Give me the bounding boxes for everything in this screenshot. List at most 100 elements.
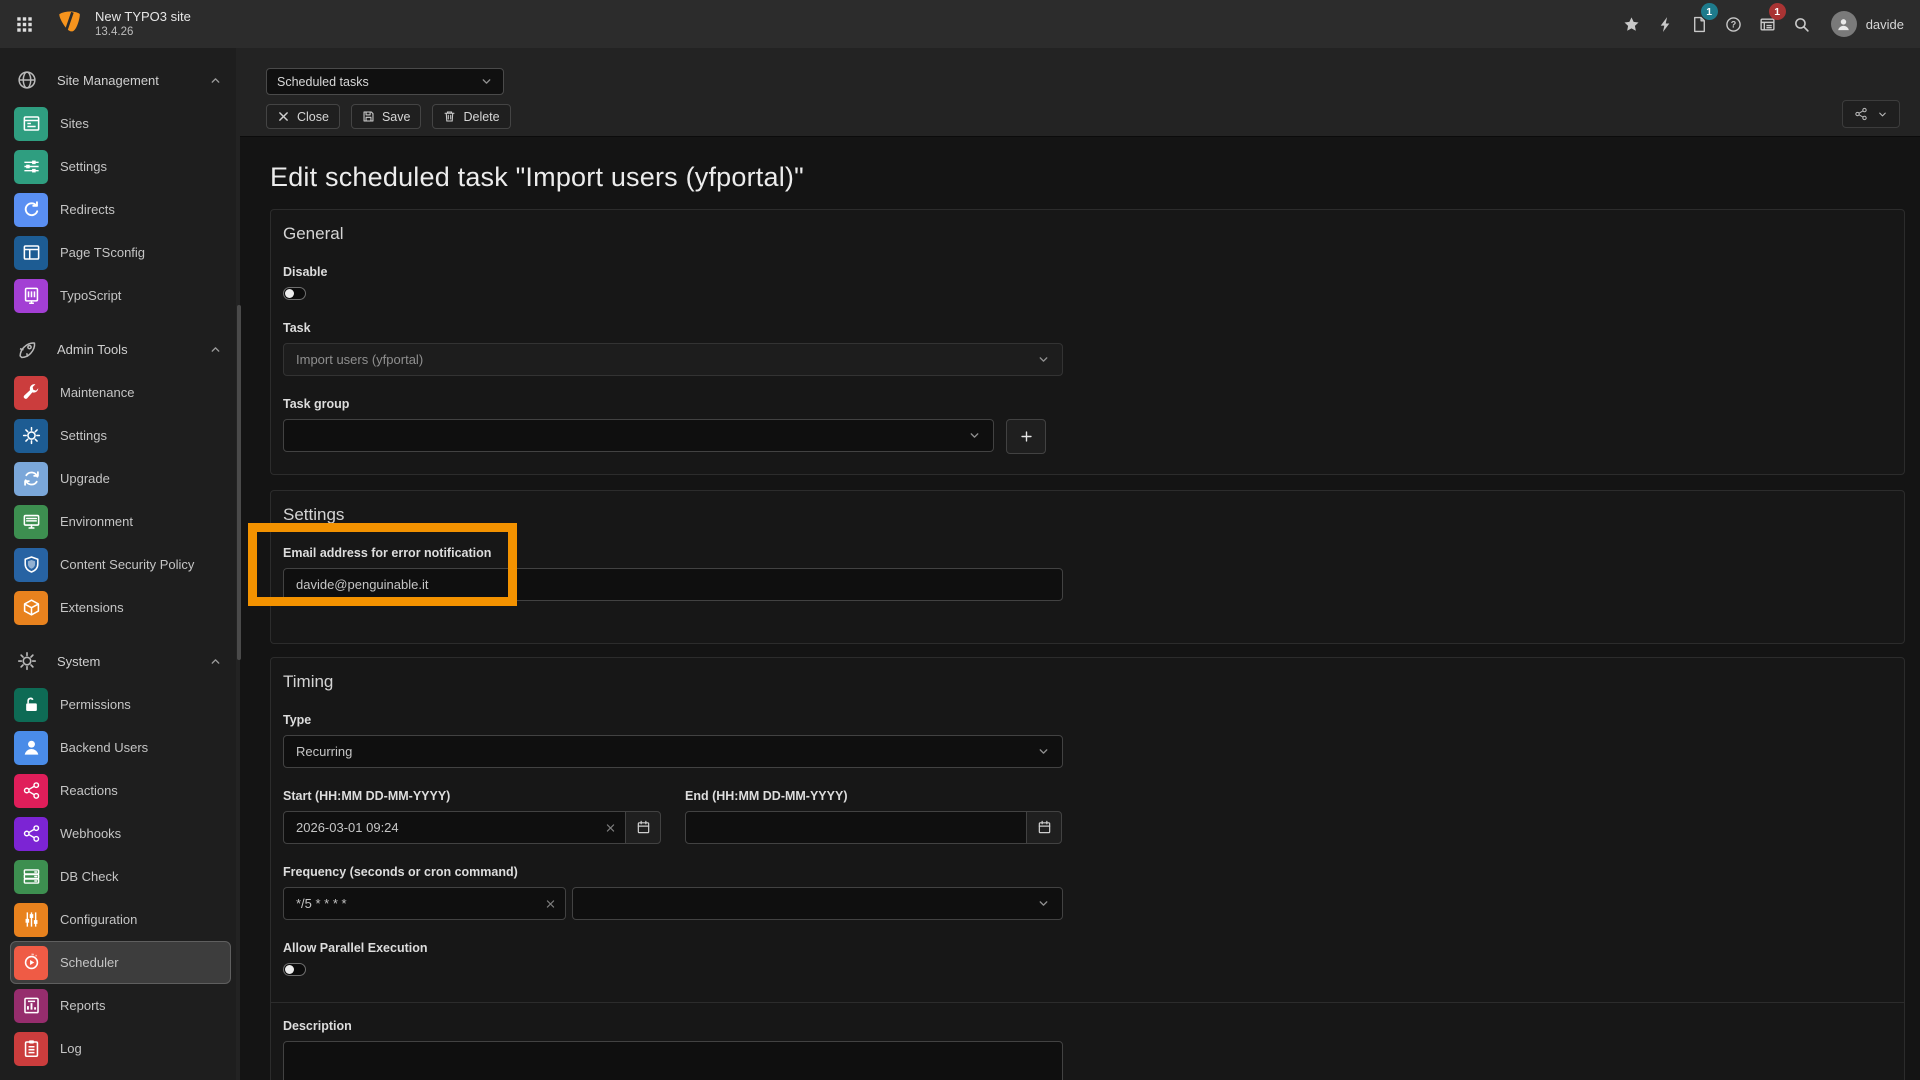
grid-icon (16, 16, 33, 33)
sidebar-item-content-security-policy[interactable]: Content Security Policy (10, 543, 231, 586)
sidebar-item-permissions[interactable]: Permissions (10, 683, 231, 726)
sidebar-item-label: TypoScript (60, 288, 121, 303)
share-nodes-icon (1854, 107, 1868, 121)
bookmarks-button[interactable] (1615, 0, 1649, 48)
sidebar-item-settings[interactable]: Settings (10, 145, 231, 188)
panel-settings-legend: Settings (283, 505, 1892, 525)
end-calendar-button[interactable] (1026, 811, 1062, 844)
chart-doc-icon (14, 989, 48, 1023)
sidebar-item-upgrade[interactable]: Upgrade (10, 457, 231, 500)
toggle-knob (285, 289, 294, 298)
sidebar-item-settings[interactable]: Settings (10, 414, 231, 457)
sidebar-item-page-tsconfig[interactable]: Page TSconfig (10, 231, 231, 274)
close-button-label: Close (297, 110, 329, 124)
chevron-down-icon (1037, 353, 1050, 366)
sidebar-item-label: Settings (60, 428, 107, 443)
section-divider (271, 1002, 1904, 1003)
start-label: Start (HH:MM DD-MM-YYYY) (283, 789, 661, 803)
module-group-header-system[interactable]: System (0, 639, 240, 683)
frequency-preset-select[interactable] (572, 887, 1063, 920)
frequency-field[interactable] (283, 887, 566, 920)
sidebar-item-label: Maintenance (60, 385, 134, 400)
sidebar-item-label: Permissions (60, 697, 131, 712)
add-task-group-button[interactable] (1006, 419, 1046, 454)
start-calendar-button[interactable] (625, 811, 661, 844)
avatar (1831, 11, 1857, 37)
chevron-up-icon (209, 343, 222, 356)
search-button[interactable] (1785, 0, 1819, 48)
sidebar-item-label: Page TSconfig (60, 245, 145, 260)
panel-general-legend: General (283, 224, 1892, 244)
sidebar-item-scheduler[interactable]: Scheduler (10, 941, 231, 984)
clear-icon[interactable] (545, 898, 556, 909)
calendar-icon (636, 820, 651, 835)
typoscript-doc-icon (14, 279, 48, 313)
sidebar-item-log[interactable]: Log (10, 1027, 231, 1070)
clear-icon[interactable] (605, 822, 616, 833)
sidebar-item-reports[interactable]: Reports (10, 984, 231, 1027)
sidebar-item-webhooks[interactable]: Webhooks (10, 812, 231, 855)
module-group-header-site-management[interactable]: Site Management (0, 58, 240, 102)
docheader-buttons: Close Save Delete (266, 104, 1900, 129)
sidebar-item-environment[interactable]: Environment (10, 500, 231, 543)
share-button[interactable] (1842, 100, 1900, 128)
share-nodes-icon (14, 817, 48, 851)
sidebar-item-typoscript[interactable]: TypoScript (10, 274, 231, 317)
sidebar-item-db-check[interactable]: DB Check (10, 855, 231, 898)
email-field[interactable] (283, 568, 1063, 601)
sidebar-item-label: Reports (60, 998, 106, 1013)
sidebar-item-redirects[interactable]: Redirects (10, 188, 231, 231)
task-label: Task (283, 321, 1892, 335)
site-name: New TYPO3 site (95, 9, 191, 25)
site-version: 13.4.26 (95, 25, 191, 39)
sidebar-item-label: Reactions (60, 783, 118, 798)
type-select[interactable]: Recurring (283, 735, 1063, 768)
system-information-button[interactable]: 1 (1751, 0, 1785, 48)
description-field[interactable] (283, 1041, 1063, 1080)
close-button[interactable]: Close (266, 104, 340, 129)
sidebar-item-label: Settings (60, 159, 107, 174)
sidebar-scrollbar[interactable] (237, 305, 241, 660)
save-button-label: Save (382, 110, 411, 124)
sidebar-item-configuration[interactable]: Configuration (10, 898, 231, 941)
type-select-value: Recurring (296, 744, 352, 759)
sidebar-item-sites[interactable]: Sites (10, 102, 231, 145)
chevron-down-icon (480, 75, 493, 88)
end-field[interactable] (685, 811, 1027, 844)
username: davide (1866, 17, 1904, 32)
user-menu[interactable]: davide (1819, 0, 1920, 48)
sidebar-item-label: DB Check (60, 869, 119, 884)
plus-icon (1020, 430, 1033, 443)
start-field[interactable] (283, 811, 626, 844)
clear-cache-button[interactable] (1649, 0, 1683, 48)
function-select[interactable]: Scheduled tasks (266, 68, 504, 95)
module-content: Scheduled tasks Close Save Delete (240, 48, 1920, 1080)
sidebar-item-backend-users[interactable]: Backend Users (10, 726, 231, 769)
module-group-label: System (57, 654, 209, 669)
module-group-header-admin-tools[interactable]: Admin Tools (0, 327, 240, 371)
save-button[interactable]: Save (351, 104, 422, 129)
task-select[interactable]: Import users (yfportal) (283, 343, 1063, 376)
content-body: Edit scheduled task "Import users (yfpor… (240, 137, 1920, 1080)
sidebar-item-extensions[interactable]: Extensions (10, 586, 231, 629)
parallel-label: Allow Parallel Execution (283, 941, 1892, 955)
opendocs-badge: 1 (1701, 3, 1718, 20)
bolt-icon (1657, 16, 1674, 33)
toolbar: 1 ? 1 davide (1615, 0, 1920, 48)
parallel-toggle[interactable] (283, 963, 306, 976)
cube-icon (14, 591, 48, 625)
frequency-label: Frequency (seconds or cron command) (283, 865, 1892, 879)
sidebar-item-label: Content Security Policy (60, 557, 194, 572)
opendocs-button[interactable]: 1 (1683, 0, 1717, 48)
sidebar-item-reactions[interactable]: Reactions (10, 769, 231, 812)
disable-toggle[interactable] (283, 287, 306, 300)
sidebar-item-maintenance[interactable]: Maintenance (10, 371, 231, 414)
server-icon (14, 860, 48, 894)
module-menu-toggle-button[interactable] (0, 0, 48, 48)
delete-button[interactable]: Delete (432, 104, 510, 129)
panel-timing: Timing Type Recurring Start (HH:MM DD-MM… (270, 657, 1905, 1080)
typo3-logo-icon (56, 9, 83, 39)
help-button[interactable]: ? (1717, 0, 1751, 48)
task-group-select[interactable] (283, 419, 994, 452)
brand[interactable]: New TYPO3 site 13.4.26 (56, 9, 191, 40)
